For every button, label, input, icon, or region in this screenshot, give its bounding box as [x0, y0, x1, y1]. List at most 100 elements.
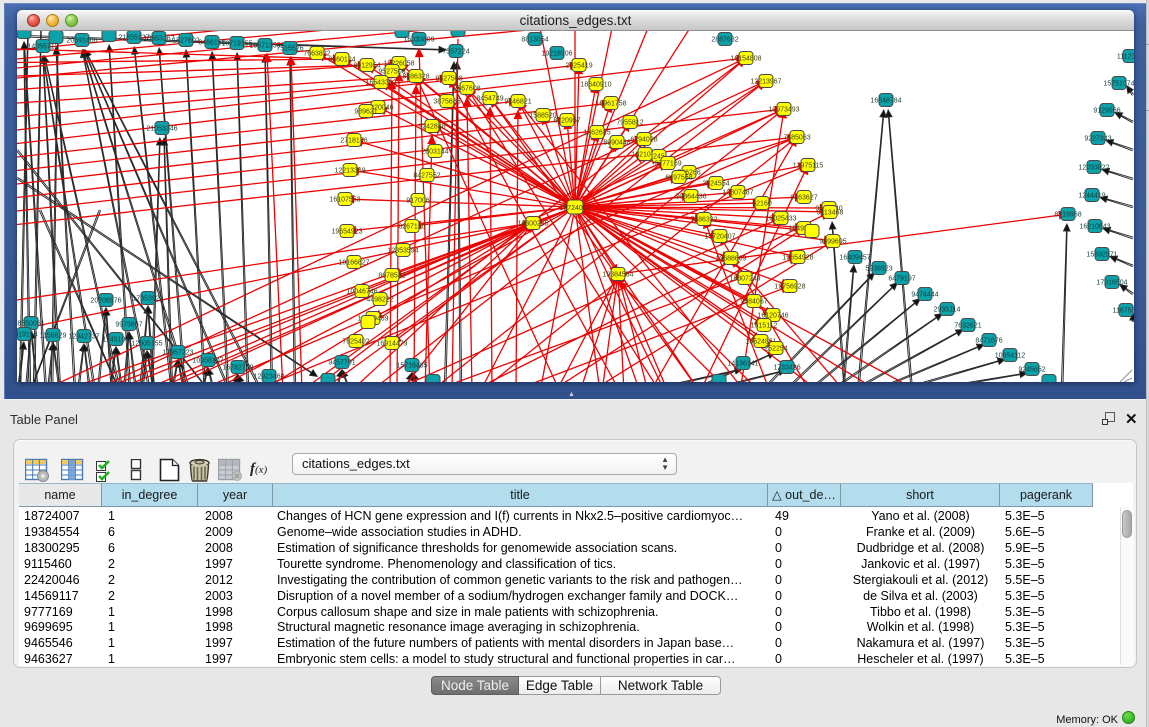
svg-text:7515526: 7515526 [276, 46, 303, 53]
svg-text:9699695: 9699695 [819, 239, 846, 246]
svg-text:989621: 989621 [354, 109, 377, 116]
svg-text:2025419: 2025419 [565, 63, 592, 70]
svg-text:17957223: 17957223 [162, 350, 193, 357]
svg-text:2718176: 2718176 [340, 138, 367, 145]
svg-text:12213967: 12213967 [750, 79, 781, 86]
svg-text:16210643: 16210643 [1079, 224, 1110, 231]
svg-text:9457791: 9457791 [328, 360, 355, 367]
svg-text:2935114: 2935114 [934, 307, 961, 314]
svg-text:20691406: 20691406 [66, 38, 97, 45]
svg-text:1145194: 1145194 [103, 337, 130, 344]
svg-text:252254: 252254 [764, 346, 787, 353]
svg-text:9474444: 9474444 [911, 292, 938, 299]
svg-text:19384554: 19384554 [602, 272, 633, 279]
svg-text:2887682: 2887682 [711, 37, 738, 44]
svg-text:10719155: 10719155 [221, 41, 252, 48]
svg-text:8912954: 8912954 [353, 63, 380, 70]
svg-text:12353594: 12353594 [387, 248, 418, 255]
svg-text:9084067: 9084067 [740, 299, 767, 306]
svg-text:15716485: 15716485 [396, 363, 427, 370]
svg-text:8990448: 8990448 [603, 140, 630, 147]
svg-text:16107553: 16107553 [329, 197, 360, 204]
svg-text:12505155: 12505155 [131, 341, 162, 348]
svg-text:1244419: 1244419 [1078, 193, 1105, 200]
svg-text:19756928: 19756928 [774, 284, 805, 291]
svg-text:9113468: 9113468 [817, 210, 844, 217]
svg-text:9463627: 9463627 [790, 195, 817, 202]
svg-text:8427552: 8427552 [413, 173, 440, 180]
svg-text:1167533: 1167533 [1113, 308, 1134, 315]
svg-text:14136141: 14136141 [727, 361, 758, 368]
svg-text:8471676: 8471676 [975, 338, 1002, 345]
svg-text:3824554: 3824554 [702, 181, 729, 188]
svg-text:8454749: 8454749 [476, 96, 503, 103]
svg-text:15692971: 15692971 [1086, 252, 1117, 259]
svg-text:1362615: 1362615 [583, 130, 610, 137]
svg-text:1112384: 1112384 [1117, 54, 1134, 61]
svg-text:16914479: 16914479 [376, 341, 407, 348]
svg-text:7485063: 7485063 [783, 135, 810, 142]
svg-text:15751074: 15751074 [1103, 81, 1134, 88]
svg-text:16543362: 16543362 [365, 80, 396, 87]
svg-text:4498222: 4498222 [366, 297, 393, 304]
svg-text:62160: 62160 [752, 201, 772, 208]
svg-text:9777169: 9777169 [654, 161, 681, 168]
svg-text:9245652: 9245652 [1018, 367, 1045, 374]
svg-text:6497568: 6497568 [665, 175, 692, 182]
svg-text:1156829: 1156829 [40, 333, 67, 340]
svg-text:16154808: 16154808 [730, 56, 761, 63]
svg-text:20206576: 20206576 [90, 298, 121, 305]
svg-text:10025433: 10025433 [765, 216, 796, 223]
svg-text:7955812: 7955812 [616, 120, 643, 127]
svg-text:3875685: 3875685 [433, 99, 460, 106]
svg-text:19654923: 19654923 [331, 229, 362, 236]
svg-text:9242848: 9242848 [418, 124, 445, 131]
svg-text:19218506: 19218506 [541, 51, 572, 58]
svg-text:12213369: 12213369 [334, 168, 365, 175]
svg-text:19166827: 19166827 [338, 260, 369, 267]
svg-text:21053346: 21053346 [146, 126, 177, 133]
svg-text:10688609: 10688609 [715, 256, 746, 263]
svg-text:16409457: 16409457 [839, 255, 870, 262]
svg-text:2803144: 2803144 [421, 149, 448, 156]
svg-text:7386322: 7386322 [690, 217, 717, 224]
svg-text:7557224: 7557224 [442, 49, 469, 56]
svg-text:10807487: 10807487 [722, 190, 753, 197]
svg-text:9129966: 9129966 [1093, 108, 1120, 115]
svg-text:9146821: 9146821 [504, 99, 531, 106]
svg-text:8813054: 8813054 [521, 37, 548, 44]
svg-text:18300295: 18300295 [517, 221, 548, 228]
svg-text:8267130: 8267130 [398, 224, 425, 231]
svg-text:16782759: 16782759 [222, 365, 253, 372]
svg-text:12975115: 12975115 [793, 163, 824, 170]
svg-text:17353924: 17353924 [132, 296, 163, 303]
svg-text:18640910: 18640910 [580, 82, 611, 89]
svg-text:9227343: 9227343 [1084, 136, 1111, 143]
svg-text:20364436: 20364436 [675, 194, 706, 201]
svg-text:10958107: 10958107 [192, 358, 223, 365]
svg-text:7625402: 7625402 [342, 339, 369, 346]
svg-text:12923468: 12923468 [253, 374, 284, 381]
svg-text:6794028: 6794028 [630, 137, 657, 144]
svg-text:7663822: 7663822 [303, 51, 330, 58]
svg-text:1615112: 1615112 [751, 323, 778, 330]
svg-text:2867608: 2867608 [453, 86, 480, 93]
svg-text:7632621: 7632621 [954, 323, 981, 330]
svg-text:19654928: 19654928 [782, 255, 813, 262]
svg-text:10654112: 10654112 [995, 353, 1026, 360]
svg-text:6479197: 6479197 [888, 276, 915, 283]
svg-text:16648784: 16648784 [870, 98, 901, 105]
svg-text:14055712: 14055712 [27, 44, 58, 51]
svg-text:917006: 917006 [406, 198, 429, 205]
svg-text:8186328: 8186328 [402, 74, 429, 81]
svg-text:12093822: 12093822 [1078, 165, 1109, 172]
svg-text:8660124: 8660124 [328, 57, 355, 64]
svg-text:16033809: 16033809 [403, 37, 434, 44]
svg-text:18807249: 18807249 [729, 276, 760, 283]
svg-text:15720407: 15720407 [704, 234, 735, 241]
svg-text:10653267: 10653267 [143, 36, 174, 43]
svg-text:17016504: 17016504 [1096, 280, 1127, 287]
svg-text:9527508: 9527508 [435, 76, 462, 83]
svg-text:3919154: 3919154 [17, 332, 38, 339]
svg-text:12942737: 12942737 [68, 334, 99, 341]
